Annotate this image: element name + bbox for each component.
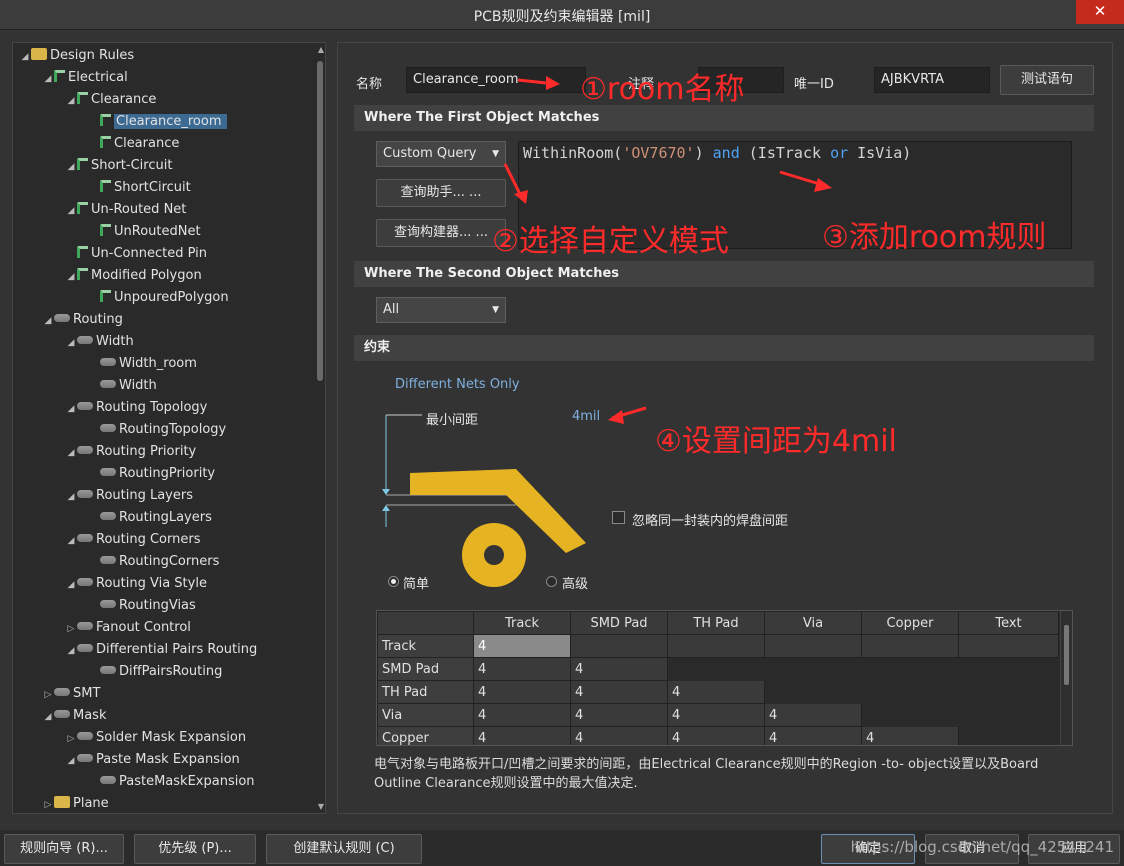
window-title: PCB规则及约束编辑器 [mil] [473, 9, 651, 25]
watermark-text: https://blog.csdn.net/qq_42541241 [850, 838, 1114, 856]
dialog-body: ▲ ▼ ◢ Design Rules ◢ Electrical ◢ Clearance Cl… [0, 30, 1124, 830]
rule-wizard-button[interactable]: 规则向导 (R)... [4, 834, 124, 864]
priority-button[interactable]: 优先级 (P)... [134, 834, 256, 864]
title-bar: PCB规则及约束编辑器 [mil] ✕ [0, 0, 1124, 30]
annotation-arrows [503, 76, 832, 424]
create-default-rules-button[interactable]: 创建默认规则 (C) [266, 834, 422, 864]
close-icon[interactable]: ✕ [1076, 0, 1124, 24]
